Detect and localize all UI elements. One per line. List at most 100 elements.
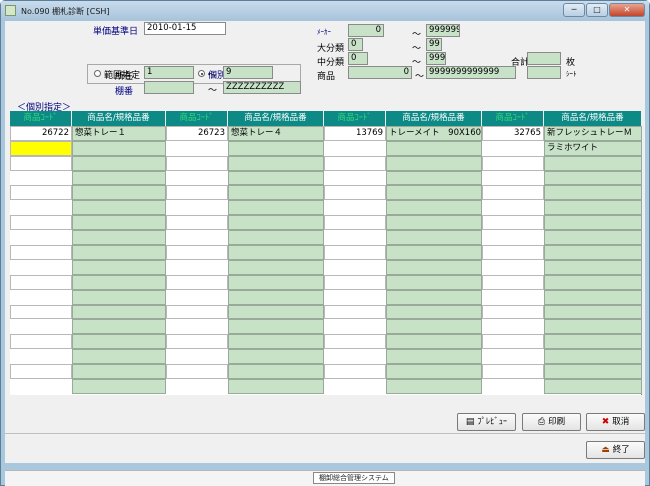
grid-code-cell[interactable] <box>166 230 228 246</box>
location-from-input[interactable]: 1 <box>144 66 194 79</box>
grid-code-cell[interactable] <box>166 364 228 380</box>
grid-code-cell[interactable] <box>482 215 544 231</box>
grid-code-cell[interactable] <box>482 155 544 171</box>
grid-name-cell[interactable] <box>72 155 166 171</box>
grid-name-cell[interactable] <box>544 259 642 275</box>
grid-code-cell[interactable] <box>482 319 544 335</box>
grid-name-cell[interactable] <box>72 289 166 305</box>
grid-name-cell[interactable]: 新フレッシュトレーＭ <box>544 125 642 141</box>
cat-mid-to-input[interactable]: 999 <box>426 52 446 65</box>
grid-name-cell[interactable] <box>72 215 166 231</box>
grid-name-cell[interactable] <box>228 140 324 156</box>
grid-name-cell[interactable] <box>228 289 324 305</box>
grid-name-cell[interactable] <box>544 379 642 394</box>
grid-code-cell[interactable] <box>324 140 386 156</box>
grid-name-cell[interactable] <box>72 274 166 290</box>
cancel-button[interactable]: ✖ 取消 <box>586 413 645 431</box>
grid-name-cell[interactable] <box>386 170 482 186</box>
grid-code-cell[interactable] <box>324 185 386 201</box>
cat-large-to-input[interactable]: 99 <box>426 38 442 51</box>
grid-name-cell[interactable] <box>228 349 324 365</box>
base-date-input[interactable]: 2010-01-15 <box>144 22 226 35</box>
grid-name-cell[interactable] <box>386 140 482 156</box>
grid-code-cell[interactable] <box>324 259 386 275</box>
grid-name-cell[interactable] <box>386 304 482 320</box>
grid-code-cell[interactable] <box>166 289 228 305</box>
grid-code-cell[interactable] <box>10 245 72 260</box>
cat-large-from-input[interactable]: 0 <box>348 38 363 51</box>
grid-code-cell[interactable] <box>166 245 228 260</box>
minimize-button[interactable]: ─ <box>563 3 585 17</box>
grid-code-cell[interactable] <box>166 185 228 201</box>
grid-name-cell[interactable] <box>544 170 642 186</box>
product-from-input[interactable]: 0 <box>348 66 412 79</box>
grid-code-cell[interactable] <box>10 170 72 186</box>
grid-name-cell[interactable] <box>72 379 166 394</box>
grid-code-cell[interactable]: 13769 <box>324 125 386 141</box>
grid-code-cell[interactable] <box>324 319 386 335</box>
maker-from-input[interactable]: 0 <box>348 24 384 37</box>
grid-code-cell[interactable] <box>166 259 228 275</box>
grid-name-cell[interactable] <box>544 215 642 231</box>
grid-code-cell[interactable] <box>482 200 544 216</box>
grid-name-cell[interactable] <box>72 245 166 260</box>
grid-code-cell[interactable] <box>482 334 544 350</box>
grid-name-cell[interactable] <box>544 304 642 320</box>
grid-code-cell[interactable] <box>166 274 228 290</box>
grid-name-cell[interactable] <box>544 155 642 171</box>
grid-code-cell[interactable] <box>324 170 386 186</box>
grid-code-cell[interactable] <box>482 230 544 246</box>
grid-name-cell[interactable] <box>544 185 642 201</box>
grid-name-cell[interactable] <box>386 155 482 171</box>
grid-code-cell[interactable] <box>324 364 386 380</box>
grid-name-cell[interactable]: トレーメイト 90X160 <box>386 125 482 141</box>
grid-code-cell[interactable] <box>10 349 72 365</box>
grid-name-cell[interactable] <box>544 319 642 335</box>
grid-name-cell[interactable] <box>72 200 166 216</box>
grid-code-cell[interactable] <box>482 140 544 156</box>
cat-mid-from-input[interactable]: 0 <box>348 52 368 65</box>
grid-name-cell[interactable] <box>228 215 324 231</box>
grid-name-cell[interactable] <box>228 155 324 171</box>
grid-name-cell[interactable] <box>72 319 166 335</box>
grid-name-cell[interactable] <box>544 200 642 216</box>
grid-code-cell[interactable] <box>482 259 544 275</box>
grid-code-cell[interactable] <box>166 379 228 394</box>
grid-name-cell[interactable] <box>544 289 642 305</box>
grid-name-cell[interactable] <box>386 215 482 231</box>
grid-name-cell[interactable] <box>386 274 482 290</box>
grid-name-cell[interactable] <box>386 245 482 260</box>
grid-code-cell[interactable] <box>324 304 386 320</box>
grid-name-cell[interactable] <box>72 170 166 186</box>
grid-name-cell[interactable] <box>72 304 166 320</box>
grid-code-cell[interactable] <box>324 245 386 260</box>
product-to-input[interactable]: 9999999999999 <box>426 66 516 79</box>
grid-name-cell[interactable] <box>386 200 482 216</box>
grid-name-cell[interactable] <box>228 245 324 260</box>
grid-name-cell[interactable] <box>72 140 166 156</box>
grid-code-cell[interactable] <box>324 334 386 350</box>
grid-name-cell[interactable] <box>228 334 324 350</box>
grid-code-cell[interactable] <box>482 245 544 260</box>
grid-name-cell[interactable] <box>544 230 642 246</box>
grid-name-cell[interactable] <box>228 230 324 246</box>
grid-code-cell[interactable]: 26723 <box>166 125 228 141</box>
grid-code-cell[interactable] <box>324 379 386 394</box>
grid-code-cell[interactable]: 32765 <box>482 125 544 141</box>
grid-name-cell[interactable] <box>386 349 482 365</box>
grid-code-cell[interactable] <box>482 274 544 290</box>
grid-code-cell[interactable] <box>10 334 72 350</box>
grid-name-cell[interactable] <box>386 230 482 246</box>
grid-name-cell[interactable] <box>386 259 482 275</box>
grid-code-cell[interactable] <box>10 215 72 231</box>
grid-code-cell[interactable] <box>324 155 386 171</box>
exit-button[interactable]: ⏏ 終了 <box>586 441 645 459</box>
location-to-input[interactable]: 9 <box>223 66 273 79</box>
grid-name-cell[interactable] <box>72 259 166 275</box>
print-button[interactable]: ⎙ 印刷 <box>522 413 581 431</box>
grid-code-cell[interactable] <box>10 274 72 290</box>
grid-name-cell[interactable] <box>544 245 642 260</box>
grid-code-cell[interactable] <box>324 230 386 246</box>
grid-name-cell[interactable] <box>228 319 324 335</box>
grid-code-cell[interactable] <box>324 200 386 216</box>
